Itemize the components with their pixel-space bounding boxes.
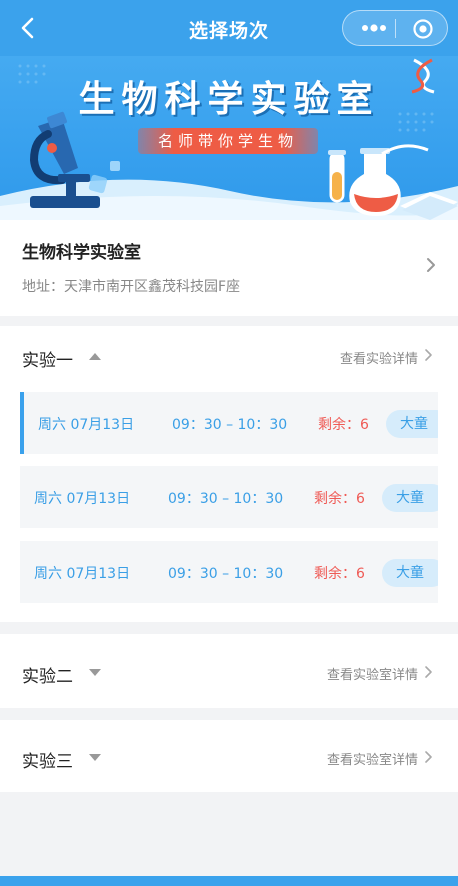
test-tube-icon [328,150,346,203]
banner: 生物科学实验室 名师带你学生物 [0,56,458,220]
slot-time: 09：30 – 10：30 [172,417,288,433]
chevron-right-icon [425,666,432,678]
slot-time: 09：30 – 10：30 [168,491,284,507]
age-tag: 大童 [382,484,438,512]
age-tag: 大童 [386,410,438,438]
slot-date: 周六 07月13日 [34,491,131,507]
target-circle-icon[interactable] [412,18,434,40]
section-title: 实验二 [22,667,73,687]
experiment-detail-link[interactable]: 查看实验详情 [340,348,418,367]
chevron-right-icon [425,349,432,361]
banner-subtitle: 名师带你学生物 [138,128,318,154]
caret-up-icon[interactable] [88,351,102,361]
time-slot[interactable]: 周六 07月13日 09：30 – 10：30 剩余：6 大童 [20,392,438,454]
capsule-divider [395,19,396,38]
mini-program-capsule [342,10,448,46]
slot-time: 09：30 – 10：30 [168,566,284,582]
slot-date: 周六 07月13日 [34,566,131,582]
time-slot[interactable]: 周六 07月13日 09：30 – 10：30 剩余：6 大童 [20,466,438,528]
experiment-section-1: 实验一 查看实验详情 周六 07月13日 09：30 – 10：30 剩余：6 … [0,326,458,622]
lab-detail-link[interactable]: 查看实验室详情 [327,664,418,683]
experiment-section-2[interactable]: 实验二 查看实验室详情 [0,634,458,708]
caret-down-icon[interactable] [88,753,102,763]
lab-info-card[interactable]: 生物科学实验室 地址：天津市南开区鑫茂科技园F座 [0,220,458,316]
chevron-right-icon [427,258,435,272]
chevron-right-icon [425,751,432,763]
age-tag: 大童 [382,559,438,587]
experiment-section-3[interactable]: 实验三 查看实验室详情 [0,720,458,792]
time-slot[interactable]: 周六 07月13日 09：30 – 10：30 剩余：6 大童 [20,541,438,603]
slot-remaining: 剩余：6 [314,566,365,582]
caret-down-icon[interactable] [88,668,102,678]
more-dots-icon[interactable] [361,23,387,33]
banner-title: 生物科学实验室 [78,79,380,120]
lab-name: 生物科学实验室 [22,243,141,263]
lab-detail-link[interactable]: 查看实验室详情 [327,749,418,768]
slot-remaining: 剩余：6 [318,417,369,433]
lab-address: 地址：天津市南开区鑫茂科技园F座 [22,279,241,295]
slot-remaining: 剩余：6 [314,491,365,507]
bottom-action-bar[interactable] [0,876,458,886]
nav-bar: 选择场次 [0,0,458,56]
slot-date: 周六 07月13日 [38,417,135,433]
dna-icon [411,58,435,94]
section-title[interactable]: 实验一 [22,346,73,371]
section-title: 实验三 [22,752,73,772]
